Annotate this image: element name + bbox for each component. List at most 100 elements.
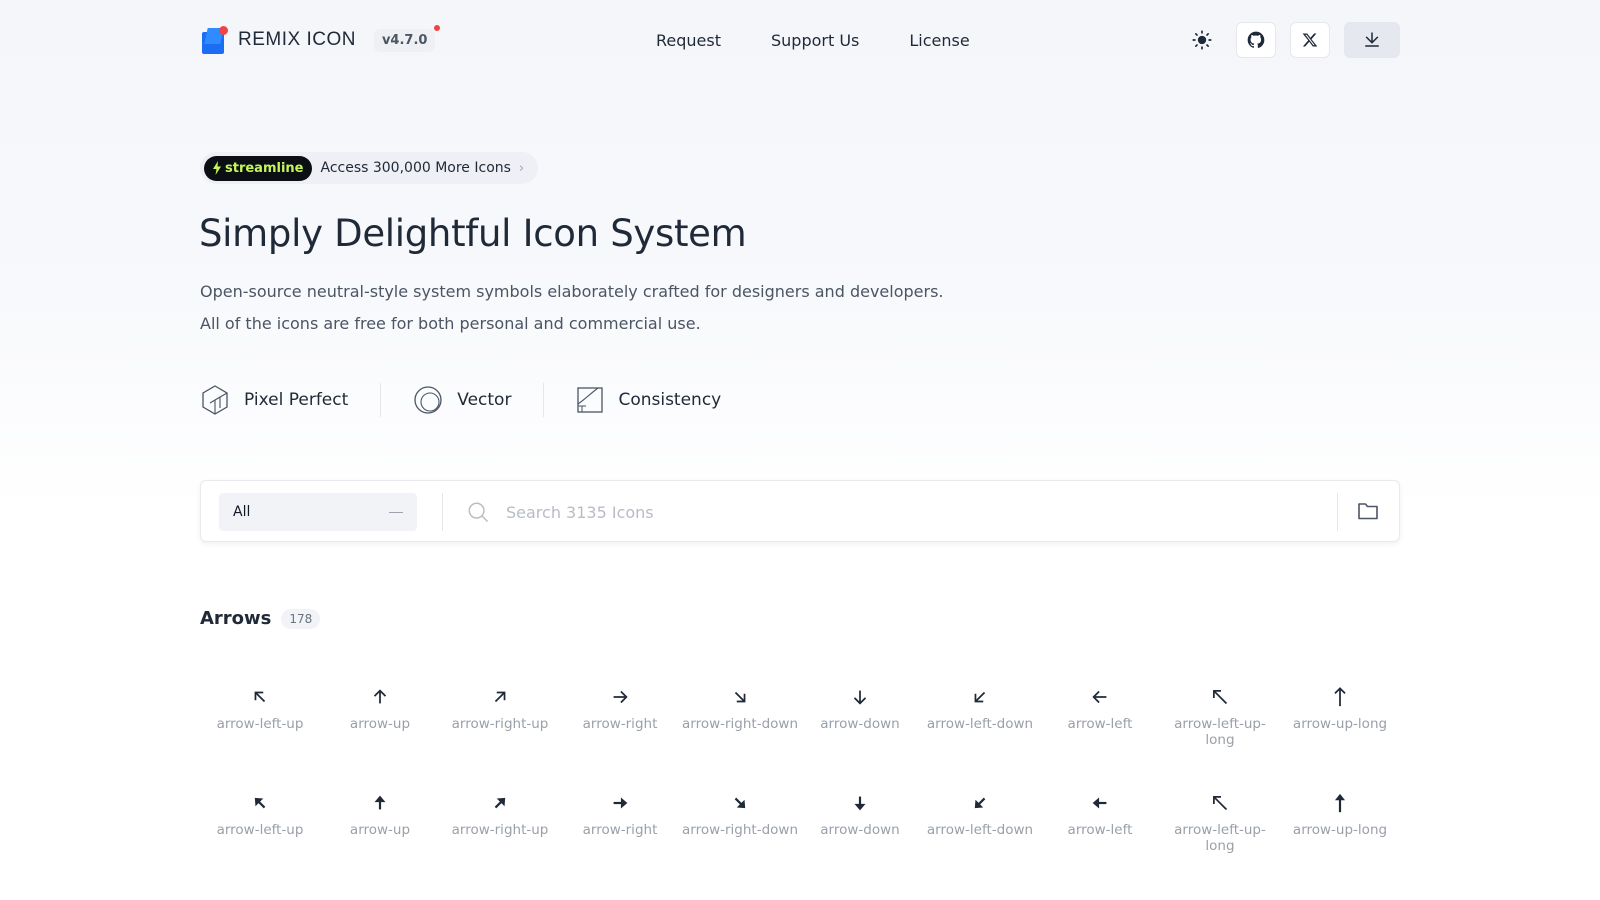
feature-vector: Vector [413,385,511,415]
icon-card[interactable]: arrow-right [560,788,680,874]
new-dot-indicator [434,24,441,31]
icon-label: arrow-left [1067,716,1133,732]
divider [543,383,545,417]
arrow-left-up-long-icon [1212,795,1228,811]
folder-button[interactable] [1356,499,1380,527]
icon-card[interactable]: arrow-left-down [920,788,1040,874]
download-icon [1365,32,1379,47]
category-header: Arrows 178 [200,608,321,629]
category-select-value: All [233,504,251,520]
icon-card[interactable]: arrow-right-up [440,682,560,768]
icon-label: arrow-left-down [926,716,1034,732]
feature-consistency: Consistency [576,386,721,414]
icon-card[interactable]: arrow-left-up [200,682,320,768]
icon-label: arrow-up [349,822,411,838]
nav-license[interactable]: License [909,31,969,50]
icon-label: arrow-left [1067,822,1133,838]
search-input[interactable] [506,495,1306,529]
nav-request[interactable]: Request [656,31,721,50]
arrow-left-down-icon [974,691,986,703]
icon-card[interactable]: arrow-right-down [680,788,800,874]
icon-label: arrow-down [820,822,900,838]
brand-name: REMIX ICON [238,29,356,50]
icon-card[interactable]: arrow-right-down [680,682,800,768]
icon-label: arrow-right-down [681,716,799,732]
feature-label: Pixel Perfect [244,390,349,410]
icon-label: arrow-left-down [926,822,1034,838]
icon-card[interactable]: arrow-left-down [920,682,1040,768]
github-button[interactable] [1236,22,1276,58]
icon-card[interactable]: arrow-left-up-long [1160,788,1280,874]
streamline-badge: streamline [204,155,313,181]
github-icon [1247,31,1265,49]
remix-logo-icon [200,26,228,54]
download-button[interactable] [1344,22,1400,58]
dropdown-indicator-icon [389,511,403,513]
arrow-right-icon [613,690,628,704]
arrow-up-icon [373,689,387,704]
version-badge[interactable]: v4.7.0 [373,24,441,52]
icon-card[interactable]: arrow-right-up [440,788,560,874]
theme-toggle-button[interactable] [1182,22,1222,58]
icon-label: arrow-right [582,822,658,838]
feature-pixel-perfect: Pixel Perfect [200,384,348,416]
version-label: v4.7.0 [381,32,428,48]
icon-card[interactable]: arrow-right [560,682,680,768]
x-twitter-button[interactable] [1290,22,1330,58]
arrow-left-icon [1092,690,1107,704]
chevron-right-icon: › [518,160,525,176]
features-row: Pixel Perfect Vector Consistency [200,380,721,420]
header: REMIX ICON v4.7.0 Request Support Us Lic… [200,18,1400,62]
arrow-left-down-icon [974,797,986,809]
icon-card[interactable]: arrow-left-up [200,788,320,874]
logo[interactable]: REMIX ICON [200,26,356,54]
feature-label: Consistency [618,390,722,410]
icon-card[interactable]: arrow-left [1040,682,1160,768]
arrow-left-up-icon [254,797,266,809]
icon-card[interactable]: arrow-down [800,682,920,768]
divider [442,493,443,531]
icon-card[interactable]: arrow-up-long [1280,682,1400,768]
category-title: Arrows [200,608,272,629]
streamline-promo[interactable]: streamline Access 300,000 More Icons › [200,152,539,184]
hero-subtitle-line2: All of the icons are free for both perso… [200,314,701,333]
icon-card[interactable]: arrow-left-up-long [1160,682,1280,768]
icon-label: arrow-up [349,716,411,732]
category-count-badge: 178 [281,608,321,629]
icon-card[interactable]: arrow-up [320,682,440,768]
icon-card[interactable]: arrow-up-long [1280,788,1400,874]
arrow-up-long-icon [1334,687,1346,707]
category-select[interactable]: All [219,493,417,531]
search-bar: All [200,480,1400,542]
icon-label: arrow-right-up [451,822,549,838]
arrow-right-down-icon [734,797,746,809]
arrow-up-long-icon [1334,793,1346,813]
icon-grid: arrow-left-up arrow-up arrow-right-up arrow… [200,682,1400,874]
folder-icon [1358,503,1378,520]
arrow-up-icon [374,795,386,810]
divider [380,383,382,417]
header-actions [1182,22,1400,58]
grid-curve-icon [577,387,604,413]
arrow-right-icon [613,797,628,809]
icon-card[interactable]: arrow-down [800,788,920,874]
arrow-left-up-long-icon [1212,689,1228,705]
icon-label: arrow-down [820,716,900,732]
icon-label: arrow-left-up [216,822,304,838]
icon-card[interactable]: arrow-left [1040,788,1160,874]
search-icon [467,501,489,527]
page-title: Simply Delightful Icon System [199,212,747,255]
sun-icon [1192,30,1212,50]
main-nav: Request Support Us License [656,31,1020,50]
feature-label: Vector [457,390,512,410]
arrow-right-up-icon [494,691,506,703]
cube-icon [202,385,228,415]
icon-card[interactable]: arrow-up [320,788,440,874]
hero-subtitle-line1: Open-source neutral-style system symbols… [200,282,944,301]
streamline-logo-icon [213,161,221,175]
promo-text: Access 300,000 More Icons [320,160,511,176]
nav-support-us[interactable]: Support Us [771,31,859,50]
icon-label: arrow-up-long [1292,822,1388,838]
arrow-left-icon [1092,797,1107,809]
streamline-badge-label: streamline [225,160,304,176]
